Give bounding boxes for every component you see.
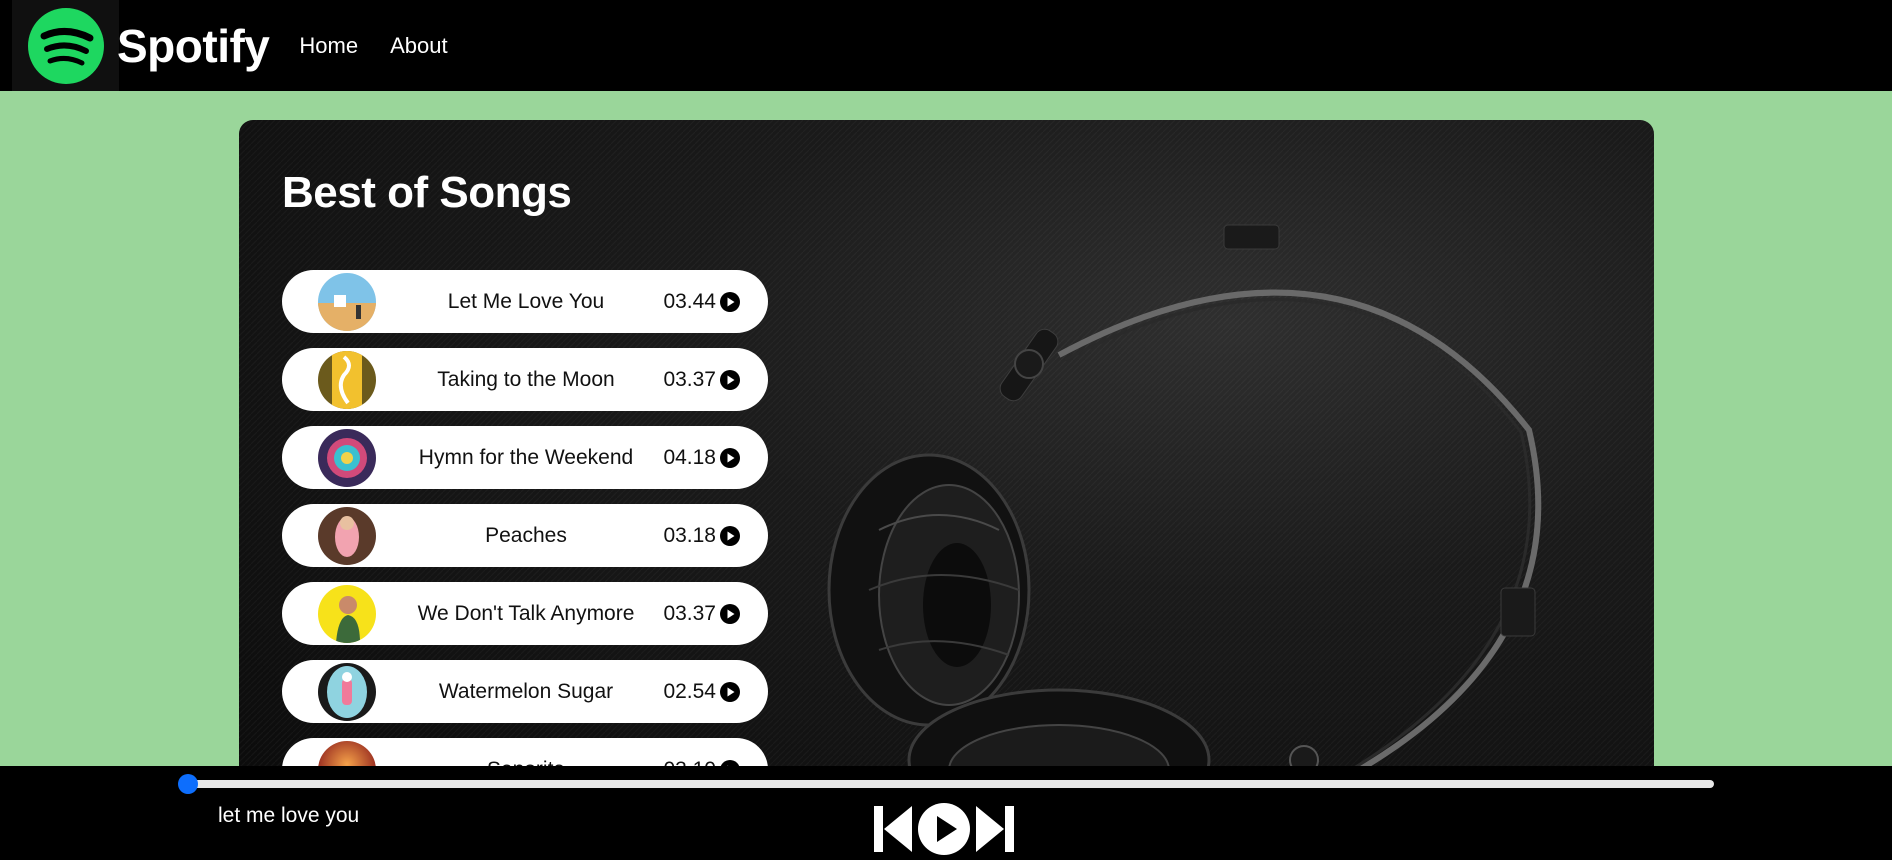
nav-link-home[interactable]: Home <box>299 33 358 59</box>
song-duration: 03.37 <box>663 367 716 391</box>
progress-thumb[interactable] <box>178 774 198 794</box>
nav-link-about[interactable]: About <box>390 33 448 59</box>
play-icon[interactable] <box>918 803 970 855</box>
play-icon[interactable] <box>720 369 740 390</box>
play-icon[interactable] <box>720 525 740 546</box>
song-duration: 03.37 <box>663 601 716 625</box>
song-duration: 03.44 <box>663 289 716 313</box>
song-item-peaches[interactable]: Peaches 03.18 <box>282 504 768 567</box>
song-title: Hymn for the Weekend <box>418 445 634 469</box>
song-duration: 02.54 <box>663 679 716 703</box>
album-cover <box>318 507 376 565</box>
skip-forward-icon[interactable] <box>974 804 1016 854</box>
brand-name[interactable]: Spotify <box>117 19 270 73</box>
song-title: We Don't Talk Anymore <box>417 601 635 625</box>
play-icon[interactable] <box>720 603 740 624</box>
song-duration: 04.18 <box>663 445 716 469</box>
navbar: Spotify Home About <box>0 0 1892 91</box>
player-bar: let me love you <box>0 766 1892 860</box>
song-item-hymn-for-the-weekend[interactable]: Hymn for the Weekend 04.18 <box>282 426 768 489</box>
album-cover <box>318 273 376 331</box>
song-duration: 03.18 <box>663 523 716 547</box>
song-title: Peaches <box>485 523 567 547</box>
player-controls <box>872 803 1016 855</box>
song-title: Watermelon Sugar <box>438 679 614 703</box>
album-cover <box>318 429 376 487</box>
song-list: Let Me Love You 03.44 Taking to the Moon… <box>282 270 768 800</box>
spotify-logo[interactable] <box>12 0 119 91</box>
play-icon[interactable] <box>720 681 740 702</box>
spotify-logo-icon <box>27 7 104 84</box>
now-playing-title: let me love you <box>218 804 360 827</box>
album-cover <box>318 663 376 721</box>
songs-container: Best of Songs Let Me Love You 03.44 Taki… <box>239 120 1654 800</box>
progress-bar[interactable] <box>188 780 1714 788</box>
song-title: Let Me Love You <box>447 289 605 313</box>
album-cover <box>318 585 376 643</box>
song-item-we-dont-talk-anymore[interactable]: We Don't Talk Anymore 03.37 <box>282 582 768 645</box>
album-cover <box>318 351 376 409</box>
play-icon[interactable] <box>720 291 740 312</box>
song-item-let-me-love-you[interactable]: Let Me Love You 03.44 <box>282 270 768 333</box>
play-icon[interactable] <box>720 447 740 468</box>
song-item-watermelon-sugar[interactable]: Watermelon Sugar 02.54 <box>282 660 768 723</box>
page-title: Best of Songs <box>282 168 572 217</box>
skip-back-icon[interactable] <box>872 804 914 854</box>
song-title: Taking to the Moon <box>437 367 615 391</box>
song-item-taking-to-the-moon[interactable]: Taking to the Moon 03.37 <box>282 348 768 411</box>
